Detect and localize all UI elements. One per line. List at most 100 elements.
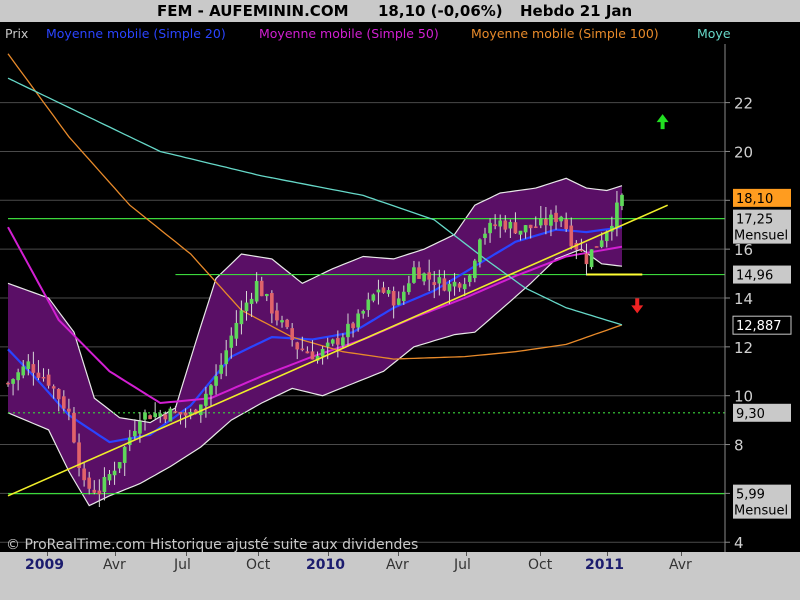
candle-body (549, 214, 553, 226)
candle-body (467, 275, 472, 282)
candle-body (320, 348, 325, 357)
candle-body (143, 412, 147, 420)
candle-body (87, 477, 92, 489)
y-tick-label: 22 (734, 95, 753, 113)
candle-body (6, 382, 10, 385)
price-label-value: 14,96 (736, 269, 773, 284)
candle-body (21, 366, 26, 376)
candle-body (173, 411, 178, 413)
candle-body (305, 351, 310, 354)
chart-title-bar: FEM - AUFEMININ.COM 18,10 (-0,06%) Hebdo… (0, 0, 800, 22)
candle-body (56, 389, 61, 400)
x-tick-label: Oct (528, 557, 553, 573)
candle-body (219, 364, 223, 374)
candle-body (330, 339, 335, 344)
candle-body (401, 291, 406, 302)
candle-body (112, 470, 117, 476)
candle-body (92, 489, 97, 493)
candle-body (239, 310, 244, 325)
x-tick-label: 2009 (25, 557, 64, 573)
candle-body (31, 364, 36, 373)
candle-body (249, 298, 254, 304)
price-label-period: Mensuel (734, 504, 788, 519)
candle-body (214, 376, 218, 386)
price-chart[interactable]: 46810121416182022 18,1017,25Mensuel14,96… (0, 44, 800, 552)
legend-item-sma-other: Moye (697, 26, 731, 41)
price-label: 14,96 (733, 265, 791, 284)
x-axis-tick (466, 552, 467, 556)
candle-body (224, 350, 229, 365)
candle-body (341, 337, 345, 346)
candle-body (417, 267, 421, 279)
candle-body (295, 342, 300, 350)
price-label-value: 9,30 (736, 407, 765, 422)
y-axis: 46810121416182022 (724, 44, 800, 552)
x-tick-label: Jul (454, 557, 471, 573)
candle-body (615, 202, 619, 228)
x-axis-tick (258, 552, 259, 556)
x-tick-label: Avr (386, 557, 409, 573)
candle-body (336, 338, 340, 345)
candle-body (254, 280, 259, 302)
y-tick-label: 4 (734, 534, 744, 552)
candle-body (148, 415, 152, 420)
candle-body (569, 225, 574, 247)
indicator-legend: Prix Moyenne mobile (Simple 20) Moyenne … (0, 22, 800, 44)
candle-body (183, 412, 188, 416)
x-tick-label: 2011 (585, 557, 624, 573)
x-axis-tick (328, 552, 329, 556)
candle-body (391, 290, 396, 306)
candle-body (163, 414, 168, 420)
candle-body (427, 272, 431, 280)
chart-period: Hebdo 21 Jan (520, 2, 633, 20)
x-axis-tick (681, 552, 682, 556)
y-tick-label: 12 (734, 339, 753, 357)
candle-body (244, 302, 249, 312)
legend-item-sma50: Moyenne mobile (Simple 50) (259, 26, 439, 41)
candle-body (620, 194, 624, 207)
candle-body (229, 335, 234, 348)
candle-body (579, 249, 584, 252)
x-tick-label: Avr (103, 557, 126, 573)
price-label: 17,25Mensuel (733, 209, 791, 244)
candle-body (178, 412, 183, 415)
candle-body (356, 313, 360, 328)
y-tick-label: 10 (734, 388, 753, 406)
candle-body (270, 293, 274, 314)
candle-body (452, 281, 457, 287)
candle-body (599, 240, 604, 247)
watermark: © ProRealTime.com Historique ajusté suit… (6, 537, 418, 552)
x-axis-tick (607, 552, 608, 556)
x-axis-tick (398, 552, 399, 556)
candle-body (310, 351, 315, 360)
candle-body (533, 226, 538, 228)
price-label-value: 12,887 (736, 319, 782, 334)
price-label: 9,30 (733, 403, 791, 422)
candle-body (407, 283, 411, 293)
price-label-value: 18,10 (736, 192, 773, 207)
legend-item-sma20: Moyenne mobile (Simple 20) (46, 26, 226, 41)
candle-body (300, 348, 305, 351)
legend-item-prix: Prix (5, 26, 29, 41)
candle-body (285, 319, 289, 328)
candle-body (11, 379, 15, 384)
candle-body (513, 222, 518, 234)
candle-body (264, 294, 269, 297)
price-label: 12,887 (732, 315, 792, 335)
price-label-value: 17,25 (736, 213, 773, 228)
candle-body (153, 413, 157, 418)
legend-item-sma100: Moyenne mobile (Simple 100) (471, 26, 659, 41)
candle-body (82, 468, 86, 481)
x-tick-label: Avr (669, 557, 692, 573)
candle-body (234, 322, 239, 339)
y-tick-label: 16 (734, 241, 753, 259)
candle-body (442, 278, 447, 291)
candle-body (72, 412, 76, 443)
candle-body (346, 323, 350, 338)
candle-body (493, 224, 497, 227)
candle-body (432, 282, 437, 286)
candle-body (518, 230, 523, 235)
candle-body (371, 294, 376, 301)
candle-body (498, 220, 503, 227)
candle-body (478, 239, 482, 263)
